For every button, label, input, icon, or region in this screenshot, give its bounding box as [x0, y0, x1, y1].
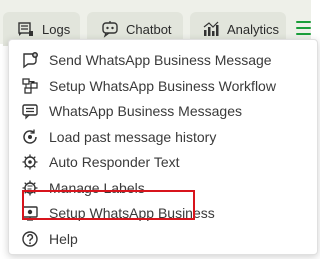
menu-item-label: Manage Labels — [49, 180, 145, 196]
tab-chatbot-label: Chatbot — [126, 21, 172, 37]
menu-item-setup-workflow[interactable]: Setup WhatsApp Business Workflow — [21, 75, 276, 97]
menu-item-label: Setup WhatsApp Business — [49, 205, 215, 221]
hamburger-menu-icon[interactable] — [296, 21, 311, 37]
logs-icon — [18, 22, 33, 36]
menu-item-auto-responder[interactable]: Auto Responder Text — [21, 151, 180, 173]
menu-item-business-messages[interactable]: WhatsApp Business Messages — [21, 100, 242, 122]
tab-logs-label: Logs — [42, 21, 71, 37]
auto-responder-icon — [21, 153, 39, 171]
help-icon — [21, 230, 39, 248]
top-toolbar: Logs Chatbot Analytics — [0, 0, 311, 46]
menu-item-label: Help — [49, 231, 78, 247]
tab-analytics-label: Analytics — [227, 21, 280, 37]
menu-item-help[interactable]: Help — [21, 228, 78, 250]
history-icon — [21, 128, 39, 146]
chatbot-icon — [102, 21, 118, 38]
send-message-icon — [21, 51, 39, 69]
menu-item-label: Send WhatsApp Business Message — [49, 52, 272, 68]
labels-icon — [21, 179, 39, 197]
menu-item-manage-labels[interactable]: Manage Labels — [21, 177, 145, 199]
messages-icon — [21, 102, 39, 120]
menu-item-send-message[interactable]: Send WhatsApp Business Message — [21, 49, 272, 71]
analytics-icon — [203, 21, 219, 36]
dropdown-menu: Send WhatsApp Business Message Setup Wha… — [8, 39, 318, 255]
menu-item-label: Auto Responder Text — [49, 154, 180, 170]
menu-item-label: Setup WhatsApp Business Workflow — [49, 78, 276, 94]
menu-item-setup-business[interactable]: Setup WhatsApp Business — [21, 202, 215, 224]
menu-item-label: Load past message history — [49, 129, 217, 145]
workflow-icon — [21, 77, 39, 95]
menu-item-load-history[interactable]: Load past message history — [21, 126, 216, 148]
menu-item-label: WhatsApp Business Messages — [49, 103, 242, 119]
setup-icon — [21, 204, 39, 222]
